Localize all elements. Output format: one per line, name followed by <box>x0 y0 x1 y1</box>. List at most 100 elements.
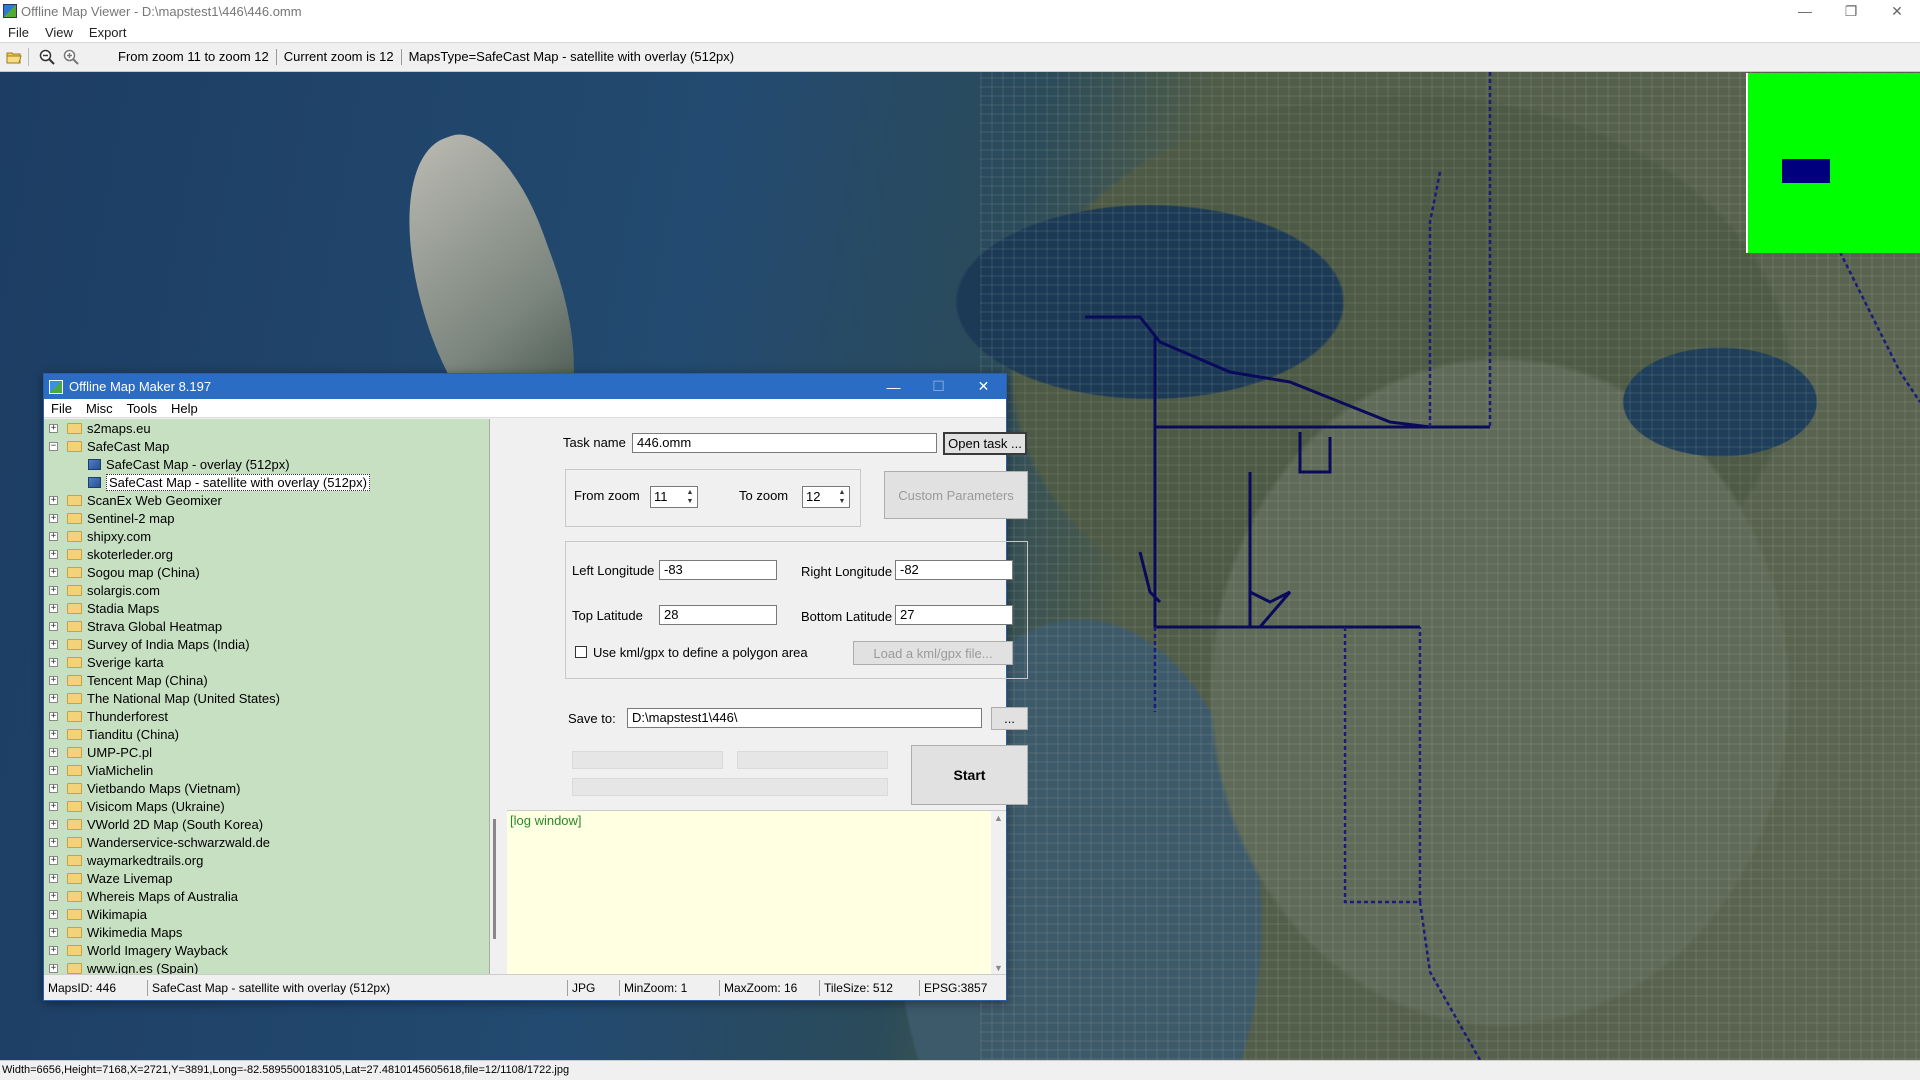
tree-item[interactable]: + Stadia Maps <box>44 599 489 617</box>
expand-icon[interactable]: + <box>49 819 58 829</box>
close-icon[interactable]: ✕ <box>1874 0 1920 22</box>
tree-item[interactable]: + Wikimapia <box>44 905 489 923</box>
tree-item[interactable]: + ViaMichelin <box>44 761 489 779</box>
overview-minimap[interactable] <box>1746 73 1920 253</box>
log-scrollbar[interactable]: ▲ ▼ <box>991 811 1006 975</box>
expand-icon[interactable]: + <box>49 837 58 847</box>
expand-icon[interactable]: + <box>49 693 58 703</box>
dialog-menu-file[interactable]: File <box>44 401 79 416</box>
expand-icon[interactable]: + <box>49 621 58 631</box>
open-task-button[interactable]: Open task ... <box>943 432 1027 455</box>
tree-item[interactable]: + VWorld 2D Map (South Korea) <box>44 815 489 833</box>
expand-icon[interactable]: + <box>49 927 58 937</box>
overview-viewport-box[interactable] <box>1782 159 1830 183</box>
expand-icon[interactable]: + <box>49 639 58 649</box>
expand-icon[interactable]: + <box>49 495 58 505</box>
start-button[interactable]: Start <box>911 745 1028 805</box>
left-longitude-field[interactable]: -83 <box>659 560 777 580</box>
expand-icon[interactable]: + <box>49 855 58 865</box>
from-zoom-spinner[interactable]: 11 ▲ ▼ <box>650 486 698 508</box>
expand-icon[interactable]: + <box>49 585 58 595</box>
tree-item[interactable]: + Visicom Maps (Ukraine) <box>44 797 489 815</box>
tree-scrollbar[interactable] <box>490 419 507 974</box>
tree-item[interactable]: + waymarkedtrails.org <box>44 851 489 869</box>
expand-icon[interactable]: + <box>49 729 58 739</box>
tree-item[interactable]: + UMP-PC.pl <box>44 743 489 761</box>
log-window[interactable]: [log window] ▲ ▼ <box>507 810 1006 975</box>
tree-item[interactable]: + shipxy.com <box>44 527 489 545</box>
expand-icon[interactable]: + <box>49 783 58 793</box>
tree-item[interactable]: + Sogou map (China) <box>44 563 489 581</box>
expand-icon[interactable]: + <box>49 675 58 685</box>
tree-item[interactable]: SafeCast Map - satellite with overlay (5… <box>44 473 489 491</box>
menu-file[interactable]: File <box>0 25 37 40</box>
tree-item[interactable]: SafeCast Map - overlay (512px) <box>44 455 489 473</box>
custom-parameters-button[interactable]: Custom Parameters <box>884 471 1028 519</box>
browse-folder-button[interactable]: ... <box>991 707 1028 730</box>
tree-item[interactable]: + solargis.com <box>44 581 489 599</box>
dialog-maximize-icon[interactable]: ☐ <box>916 374 961 399</box>
dialog-titlebar[interactable]: Offline Map Maker 8.197 — ☐ ✕ <box>44 374 1006 399</box>
expand-icon[interactable]: + <box>49 513 58 523</box>
dialog-close-icon[interactable]: ✕ <box>961 374 1006 399</box>
save-to-field[interactable]: D:\mapstest1\446\ <box>627 708 982 728</box>
expand-icon[interactable]: + <box>49 657 58 667</box>
expand-icon[interactable]: + <box>49 423 58 433</box>
collapse-icon[interactable]: − <box>49 441 58 451</box>
expand-icon[interactable]: + <box>49 963 58 973</box>
tree-item[interactable]: + The National Map (United States) <box>44 689 489 707</box>
tree-item[interactable]: + www.ign.es (Spain) <box>44 959 489 974</box>
minimize-icon[interactable]: — <box>1782 0 1828 22</box>
top-latitude-field[interactable]: 28 <box>659 605 777 625</box>
dialog-menu-tools[interactable]: Tools <box>120 401 164 416</box>
expand-icon[interactable]: + <box>49 567 58 577</box>
bottom-latitude-field[interactable]: 27 <box>895 605 1013 625</box>
right-longitude-field[interactable]: -82 <box>895 560 1013 580</box>
tree-item[interactable]: + Survey of India Maps (India) <box>44 635 489 653</box>
restore-icon[interactable]: ❐ <box>1828 0 1874 22</box>
tree-item[interactable]: + Sverige karta <box>44 653 489 671</box>
tree-item[interactable]: + Tencent Map (China) <box>44 671 489 689</box>
expand-icon[interactable]: + <box>49 801 58 811</box>
tree-item[interactable]: + s2maps.eu <box>44 419 489 437</box>
tree-item[interactable]: + Sentinel-2 map <box>44 509 489 527</box>
tree-item[interactable]: + Vietbando Maps (Vietnam) <box>44 779 489 797</box>
tree-item[interactable]: + ScanEx Web Geomixer <box>44 491 489 509</box>
expand-icon[interactable]: + <box>49 945 58 955</box>
expand-icon[interactable]: + <box>49 747 58 757</box>
menu-view[interactable]: View <box>37 25 81 40</box>
kml-polygon-checkbox[interactable] <box>575 646 587 658</box>
tree-item[interactable]: + Wikimedia Maps <box>44 923 489 941</box>
tree-scrollbar-thumb[interactable] <box>493 819 496 939</box>
expand-icon[interactable]: + <box>49 603 58 613</box>
expand-icon[interactable]: + <box>49 549 58 559</box>
expand-icon[interactable]: + <box>49 765 58 775</box>
tree-item[interactable]: + skoterleder.org <box>44 545 489 563</box>
tree-item[interactable]: + Thunderforest <box>44 707 489 725</box>
expand-icon[interactable]: + <box>49 711 58 721</box>
menu-export[interactable]: Export <box>81 25 135 40</box>
tree-item[interactable]: − SafeCast Map <box>44 437 489 455</box>
tree-item[interactable]: + Whereis Maps of Australia <box>44 887 489 905</box>
expand-icon[interactable]: + <box>49 909 58 919</box>
spinner-arrows-icon[interactable]: ▲ ▼ <box>684 488 696 506</box>
dialog-menu-misc[interactable]: Misc <box>79 401 120 416</box>
expand-icon[interactable]: + <box>49 873 58 883</box>
map-provider-tree[interactable]: + s2maps.eu − SafeCast Map SafeCast Map - ov… <box>44 419 490 974</box>
tree-item[interactable]: + Wanderservice-schwarzwald.de <box>44 833 489 851</box>
spinner-arrows-icon[interactable]: ▲ ▼ <box>836 488 848 506</box>
to-zoom-spinner[interactable]: 12 ▲ ▼ <box>802 486 850 508</box>
load-kml-button[interactable]: Load a kml/gpx file... <box>853 641 1013 665</box>
tree-item[interactable]: + World Imagery Wayback <box>44 941 489 959</box>
expand-icon[interactable]: + <box>49 531 58 541</box>
tree-item[interactable]: + Tianditu (China) <box>44 725 489 743</box>
dialog-minimize-icon[interactable]: — <box>871 374 916 399</box>
scroll-down-icon[interactable]: ▼ <box>994 963 1003 973</box>
dialog-menu-help[interactable]: Help <box>164 401 205 416</box>
scroll-up-icon[interactable]: ▲ <box>994 813 1003 823</box>
task-name-field[interactable]: 446.omm <box>632 433 937 453</box>
zoom-in-icon[interactable] <box>61 47 81 67</box>
zoom-out-icon[interactable] <box>37 47 57 67</box>
tree-item[interactable]: + Strava Global Heatmap <box>44 617 489 635</box>
tree-item[interactable]: + Waze Livemap <box>44 869 489 887</box>
